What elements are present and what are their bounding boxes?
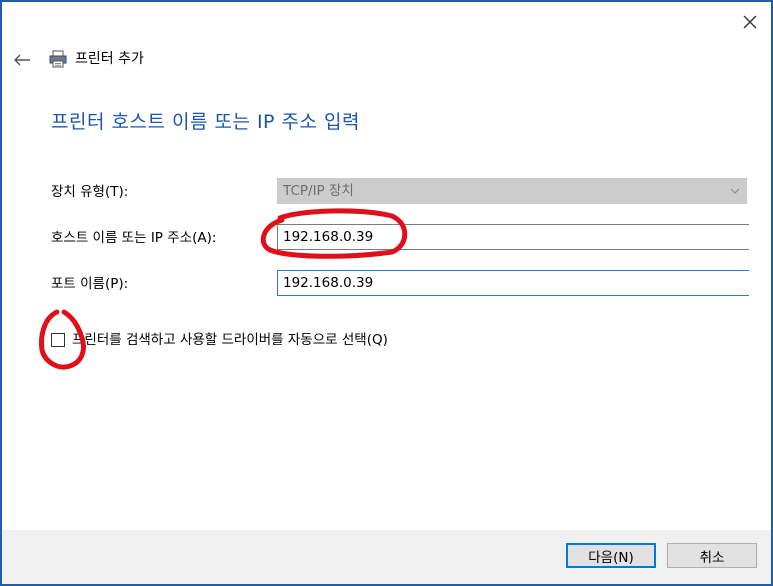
auto-driver-checkbox-label[interactable]: 프린터를 검색하고 사용할 드라이버를 자동으로 선택(Q) <box>72 331 388 349</box>
printer-icon <box>49 50 67 68</box>
device-type-value: TCP/IP 장치 <box>283 183 354 199</box>
port-name-input[interactable]: 192.168.0.39 <box>277 270 749 296</box>
port-name-label: 포트 이름(P): <box>51 276 129 292</box>
host-address-input[interactable]: 192.168.0.39 <box>277 224 749 250</box>
cancel-button[interactable]: 취소 <box>667 543 757 568</box>
host-address-label: 호스트 이름 또는 IP 주소(A): <box>51 230 217 246</box>
auto-driver-checkbox[interactable] <box>51 333 65 347</box>
page-heading: 프린터 호스트 이름 또는 IP 주소 입력 <box>51 111 361 133</box>
close-icon[interactable] <box>743 15 757 29</box>
back-arrow-icon[interactable] <box>13 54 31 66</box>
device-type-label: 장치 유형(T): <box>51 184 129 200</box>
back-button[interactable] <box>10 48 34 72</box>
next-button[interactable]: 다음(N) <box>566 543 656 568</box>
chevron-down-icon <box>730 188 740 194</box>
device-type-select: TCP/IP 장치 <box>277 178 747 204</box>
close-button[interactable] <box>736 8 764 36</box>
window-title: 프린터 추가 <box>75 51 144 67</box>
